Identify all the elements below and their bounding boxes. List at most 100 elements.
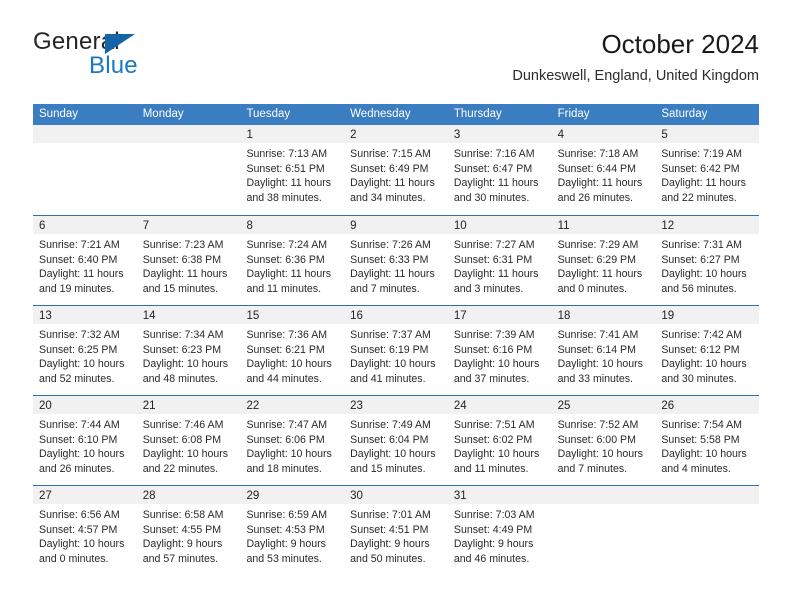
sunrise-text: Sunrise: 7:36 AM [246, 329, 328, 341]
daylight-text-line2: and 19 minutes. [39, 282, 115, 295]
sunset-text: Sunset: 6:31 PM [453, 253, 533, 266]
sunset-text: Sunset: 6:12 PM [661, 343, 740, 356]
daylight-text-line1: Daylight: 10 hours [453, 358, 540, 371]
daylight-text-line2: and 46 minutes. [453, 552, 530, 565]
page-subtitle: Dunkeswell, England, United Kingdom [512, 68, 759, 84]
day-number-strip [136, 125, 241, 143]
calendar-day-cell[interactable]: 22 Sunrise: 7:47 AM Sunset: 6:06 PM Dayligh… [240, 396, 345, 485]
day-number-strip: 19 [655, 306, 760, 324]
day-number-strip: 26 [655, 396, 760, 414]
calendar-day-cell[interactable]: 9 Sunrise: 7:26 AM Sunset: 6:33 PM Daylight… [344, 216, 448, 305]
day-number-strip: 27 [33, 486, 137, 504]
day-number: 19 [661, 310, 675, 322]
sunset-text: Sunset: 6:06 PM [246, 433, 325, 446]
sunrise-text: Sunrise: 7:49 AM [350, 419, 431, 431]
sunrise-text: Sunrise: 7:21 AM [39, 239, 120, 251]
day-number: 4 [557, 129, 564, 141]
sunset-text: Sunset: 6:38 PM [142, 253, 222, 266]
calendar-day-cell[interactable]: 2 Sunrise: 7:15 AM Sunset: 6:49 PM Daylight… [344, 125, 448, 215]
calendar-day-cell[interactable]: 1 Sunrise: 7:13 AM Sunset: 6:51 PM Daylight… [240, 125, 345, 215]
calendar-day-cell[interactable]: 14 Sunrise: 7:34 AM Sunset: 6:23 PM Dayligh… [136, 306, 241, 395]
sunset-text: Sunset: 6:47 PM [453, 162, 533, 175]
sunset-text: Sunset: 6:25 PM [39, 343, 118, 356]
daylight-text-line1: Daylight: 11 hours [39, 268, 124, 281]
calendar-day-cell-empty [655, 486, 760, 575]
calendar-day-cell[interactable]: 28 Sunrise: 6:58 AM Sunset: 4:55 PM Dayligh… [136, 486, 241, 575]
daylight-text-line1: Daylight: 10 hours [142, 448, 229, 461]
day-number: 6 [39, 220, 46, 232]
day-number-strip: 9 [344, 216, 448, 234]
calendar-day-cell[interactable]: 23 Sunrise: 7:49 AM Sunset: 6:04 PM Dayligh… [344, 396, 448, 485]
calendar-day-cell[interactable]: 17 Sunrise: 7:39 AM Sunset: 6:16 PM Dayligh… [447, 306, 552, 395]
day-number: 17 [453, 310, 467, 322]
calendar-day-cell[interactable]: 11 Sunrise: 7:29 AM Sunset: 6:29 PM Dayligh… [551, 216, 656, 305]
calendar-day-cell[interactable]: 8 Sunrise: 7:24 AM Sunset: 6:36 PM Daylight… [240, 216, 345, 305]
day-details: Sunrise: 7:23 AM Sunset: 6:38 PM Daylight:… [137, 234, 241, 296]
sunset-text: Sunset: 5:58 PM [661, 433, 740, 446]
sunrise-text: Sunrise: 7:31 AM [661, 239, 742, 251]
calendar-day-cell[interactable]: 7 Sunrise: 7:23 AM Sunset: 6:38 PM Daylight… [136, 216, 241, 305]
day-details: Sunrise: 7:29 AM Sunset: 6:29 PM Daylight:… [552, 234, 656, 296]
day-details: Sunrise: 6:58 AM Sunset: 4:55 PM Daylight:… [137, 504, 241, 566]
daylight-text-line2: and 56 minutes. [661, 282, 737, 295]
calendar-day-cell[interactable]: 12 Sunrise: 7:31 AM Sunset: 6:27 PM Dayligh… [655, 216, 760, 305]
calendar-day-cell[interactable]: 10 Sunrise: 7:27 AM Sunset: 6:31 PM Dayligh… [447, 216, 552, 305]
daylight-text-line1: Daylight: 11 hours [453, 268, 539, 281]
calendar-day-cell[interactable]: 19 Sunrise: 7:42 AM Sunset: 6:12 PM Dayligh… [655, 306, 760, 395]
calendar-day-cell[interactable]: 26 Sunrise: 7:54 AM Sunset: 5:58 PM Dayligh… [655, 396, 760, 485]
day-details: Sunrise: 6:59 AM Sunset: 4:53 PM Daylight:… [240, 504, 344, 566]
day-details: Sunrise: 7:03 AM Sunset: 4:49 PM Daylight:… [448, 504, 552, 566]
day-number: 24 [453, 400, 467, 412]
calendar-day-cell[interactable]: 29 Sunrise: 6:59 AM Sunset: 4:53 PM Dayligh… [240, 486, 345, 575]
daylight-text-line2: and 38 minutes. [246, 191, 322, 204]
calendar-day-cell-empty [551, 486, 656, 575]
daylight-text-line1: Daylight: 11 hours [557, 177, 643, 190]
page-header: General Blue October 2024 Dunkeswell, En… [33, 28, 759, 94]
day-number: 9 [350, 220, 357, 232]
calendar-day-cell[interactable]: 13 Sunrise: 7:32 AM Sunset: 6:25 PM Dayligh… [33, 306, 137, 395]
calendar-day-cell[interactable]: 15 Sunrise: 7:36 AM Sunset: 6:21 PM Dayligh… [240, 306, 345, 395]
calendar-day-cell[interactable]: 25 Sunrise: 7:52 AM Sunset: 6:00 PM Dayligh… [551, 396, 656, 485]
day-details: Sunrise: 7:47 AM Sunset: 6:06 PM Daylight:… [240, 414, 344, 476]
sunrise-text: Sunrise: 7:47 AM [246, 419, 328, 431]
calendar-day-cell[interactable]: 31 Sunrise: 7:03 AM Sunset: 4:49 PM Dayligh… [447, 486, 552, 575]
calendar-day-cell[interactable]: 24 Sunrise: 7:51 AM Sunset: 6:02 PM Dayligh… [447, 396, 552, 485]
sunset-text: Sunset: 6:19 PM [350, 343, 429, 356]
calendar-day-cell[interactable]: 27 Sunrise: 6:56 AM Sunset: 4:57 PM Dayligh… [33, 486, 137, 575]
daylight-text-line1: Daylight: 11 hours [557, 268, 643, 281]
calendar-day-cell[interactable]: 18 Sunrise: 7:41 AM Sunset: 6:14 PM Dayligh… [551, 306, 656, 395]
daylight-text-line2: and 11 minutes. [246, 282, 322, 295]
calendar-day-cell[interactable]: 30 Sunrise: 7:01 AM Sunset: 4:51 PM Dayligh… [344, 486, 448, 575]
day-number: 16 [350, 310, 363, 322]
sunset-text: Sunset: 6:44 PM [557, 162, 636, 175]
calendar-day-cell[interactable]: 16 Sunrise: 7:37 AM Sunset: 6:19 PM Dayligh… [344, 306, 448, 395]
day-number: 18 [557, 310, 571, 322]
day-number: 8 [246, 220, 253, 232]
sunset-text: Sunset: 6:23 PM [142, 343, 222, 356]
day-number-strip: 16 [344, 306, 448, 324]
sunset-text: Sunset: 4:49 PM [453, 523, 533, 536]
calendar-day-cell[interactable]: 21 Sunrise: 7:46 AM Sunset: 6:08 PM Dayligh… [136, 396, 241, 485]
calendar-day-cell[interactable]: 5 Sunrise: 7:19 AM Sunset: 6:42 PM Daylight… [655, 125, 760, 215]
day-number: 14 [142, 310, 156, 322]
sunrise-text: Sunrise: 7:19 AM [661, 148, 742, 160]
day-number-strip: 8 [240, 216, 345, 234]
calendar-day-cell[interactable]: 6 Sunrise: 7:21 AM Sunset: 6:40 PM Daylight… [33, 216, 137, 305]
calendar-day-cell-empty [33, 125, 137, 215]
page-title: October 2024 [601, 29, 759, 59]
calendar-week-row: 27 Sunrise: 6:56 AM Sunset: 4:57 PM Dayligh… [33, 485, 760, 575]
calendar-day-cell[interactable]: 3 Sunrise: 7:16 AM Sunset: 6:47 PM Daylight… [447, 125, 552, 215]
day-number-strip: 28 [136, 486, 241, 504]
daylight-text-line2: and 30 minutes. [453, 191, 530, 204]
daylight-text-line2: and 22 minutes. [661, 191, 737, 204]
sunset-text: Sunset: 6:21 PM [246, 343, 325, 356]
day-number-strip: 22 [240, 396, 345, 414]
calendar-day-cell[interactable]: 20 Sunrise: 7:44 AM Sunset: 6:10 PM Dayligh… [33, 396, 137, 485]
daylight-text-line2: and 34 minutes. [350, 191, 426, 204]
brand-logo[interactable]: General Blue [33, 28, 253, 88]
day-number-strip: 2 [344, 125, 448, 143]
day-number-strip: 17 [447, 306, 552, 324]
day-number: 25 [557, 400, 571, 412]
calendar-day-cell[interactable]: 4 Sunrise: 7:18 AM Sunset: 6:44 PM Daylight… [551, 125, 656, 215]
sunrise-text: Sunrise: 7:52 AM [557, 419, 639, 431]
